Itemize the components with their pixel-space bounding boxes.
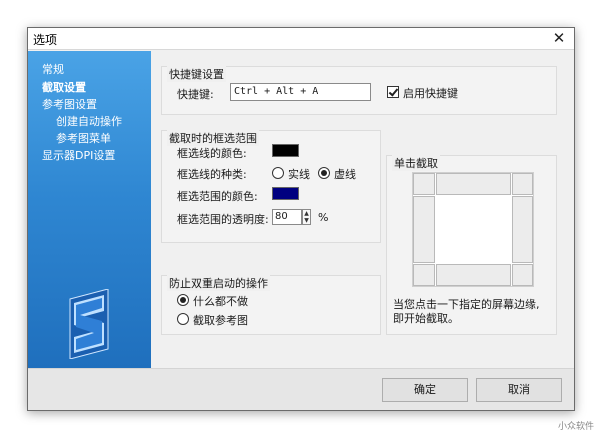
opacity-input[interactable]: 80 <box>272 209 302 225</box>
duplicate-start-group: 防止双重启动的操作 什么都不做 截取参考图 <box>161 275 381 335</box>
opacity-label: 框选范围的透明度: <box>177 213 269 226</box>
ok-button[interactable]: 确定 <box>382 378 468 402</box>
line-type-solid-label: 实线 <box>288 168 310 181</box>
click-capture-description-1: 当您点击一下指定的屏幕边缘, <box>393 298 540 311</box>
frame-range-group: 截取时的框选范围 框选线的颜色: 框选线的种类: 实线 虚线 框选范围的颜色: … <box>161 130 381 243</box>
sidebar-item-reference-settings[interactable]: 参考图设置 <box>42 96 97 112</box>
title-bar: 选项 ✕ <box>28 28 574 50</box>
stepper-down-icon[interactable]: ▼ <box>303 217 310 224</box>
sidebar-item-capture-settings[interactable]: 截取设置 <box>42 79 86 95</box>
line-color-label: 框选线的颜色: <box>177 147 247 160</box>
close-icon[interactable]: ✕ <box>550 29 568 47</box>
range-color-label: 框选范围的颜色: <box>177 190 258 203</box>
watermark-text: 小众软件 <box>557 422 594 432</box>
enable-hotkey-checkbox[interactable] <box>387 86 399 98</box>
hotkey-group-title: 快捷键设置 <box>167 66 226 82</box>
cancel-button[interactable]: 取消 <box>476 378 562 402</box>
stepper-up-icon[interactable]: ▲ <box>303 210 310 217</box>
capture-reference-radio[interactable] <box>177 313 189 325</box>
dialog-footer: 确定 取消 <box>28 368 574 410</box>
edge-bottom[interactable] <box>436 264 511 286</box>
click-capture-description-2: 即开始截取。 <box>393 312 459 325</box>
do-nothing-label: 什么都不做 <box>193 295 248 308</box>
edge-top[interactable] <box>436 173 511 195</box>
hotkey-input[interactable]: Ctrl + Alt + A <box>230 83 371 101</box>
sidebar: 常规 截取设置 参考图设置 创建自动操作 参考图菜单 显示器DPI设置 <box>28 51 151 368</box>
screen-edge-preview <box>412 172 534 287</box>
sidebar-item-create-auto-action[interactable]: 创建自动操作 <box>56 113 122 129</box>
line-color-swatch[interactable] <box>272 144 299 157</box>
frame-range-group-title: 截取时的框选范围 <box>167 130 259 146</box>
enable-hotkey-label: 启用快捷键 <box>403 87 458 100</box>
sidebar-item-general[interactable]: 常规 <box>42 61 64 77</box>
opacity-stepper[interactable]: ▲ ▼ <box>302 209 311 225</box>
hotkey-label: 快捷键: <box>177 88 214 101</box>
edge-top-right[interactable] <box>512 173 533 195</box>
line-type-dashed-label: 虚线 <box>334 168 356 181</box>
opacity-unit: % <box>318 211 329 224</box>
edge-left[interactable] <box>413 196 435 263</box>
hotkey-group: 快捷键设置 快捷键: Ctrl + Alt + A 启用快捷键 <box>161 66 557 115</box>
duplicate-start-group-title: 防止双重启动的操作 <box>167 275 270 291</box>
line-type-dashed-radio[interactable] <box>318 167 330 179</box>
app-logo-icon <box>69 289 109 359</box>
click-capture-group-title: 单击截取 <box>392 155 440 171</box>
edge-bottom-left[interactable] <box>413 264 435 286</box>
window-title: 选项 <box>33 33 58 47</box>
edge-top-left[interactable] <box>413 173 435 195</box>
content-area: 快捷键设置 快捷键: Ctrl + Alt + A 启用快捷键 截取时的框选范围… <box>151 51 574 368</box>
options-dialog: 选项 ✕ 常规 截取设置 参考图设置 创建自动操作 参考图菜单 显示器DPI设置… <box>27 27 575 411</box>
sidebar-item-monitor-dpi[interactable]: 显示器DPI设置 <box>42 147 115 163</box>
edge-bottom-right[interactable] <box>512 264 533 286</box>
capture-reference-label: 截取参考图 <box>193 314 248 327</box>
range-color-swatch[interactable] <box>272 187 299 200</box>
edge-right[interactable] <box>512 196 533 263</box>
line-type-solid-radio[interactable] <box>272 167 284 179</box>
line-type-label: 框选线的种类: <box>177 168 247 181</box>
sidebar-item-reference-menu[interactable]: 参考图菜单 <box>56 130 111 146</box>
click-capture-group: 单击截取 当您点击一下指定的屏幕边缘, 即开始截取。 <box>386 155 557 335</box>
do-nothing-radio[interactable] <box>177 294 189 306</box>
